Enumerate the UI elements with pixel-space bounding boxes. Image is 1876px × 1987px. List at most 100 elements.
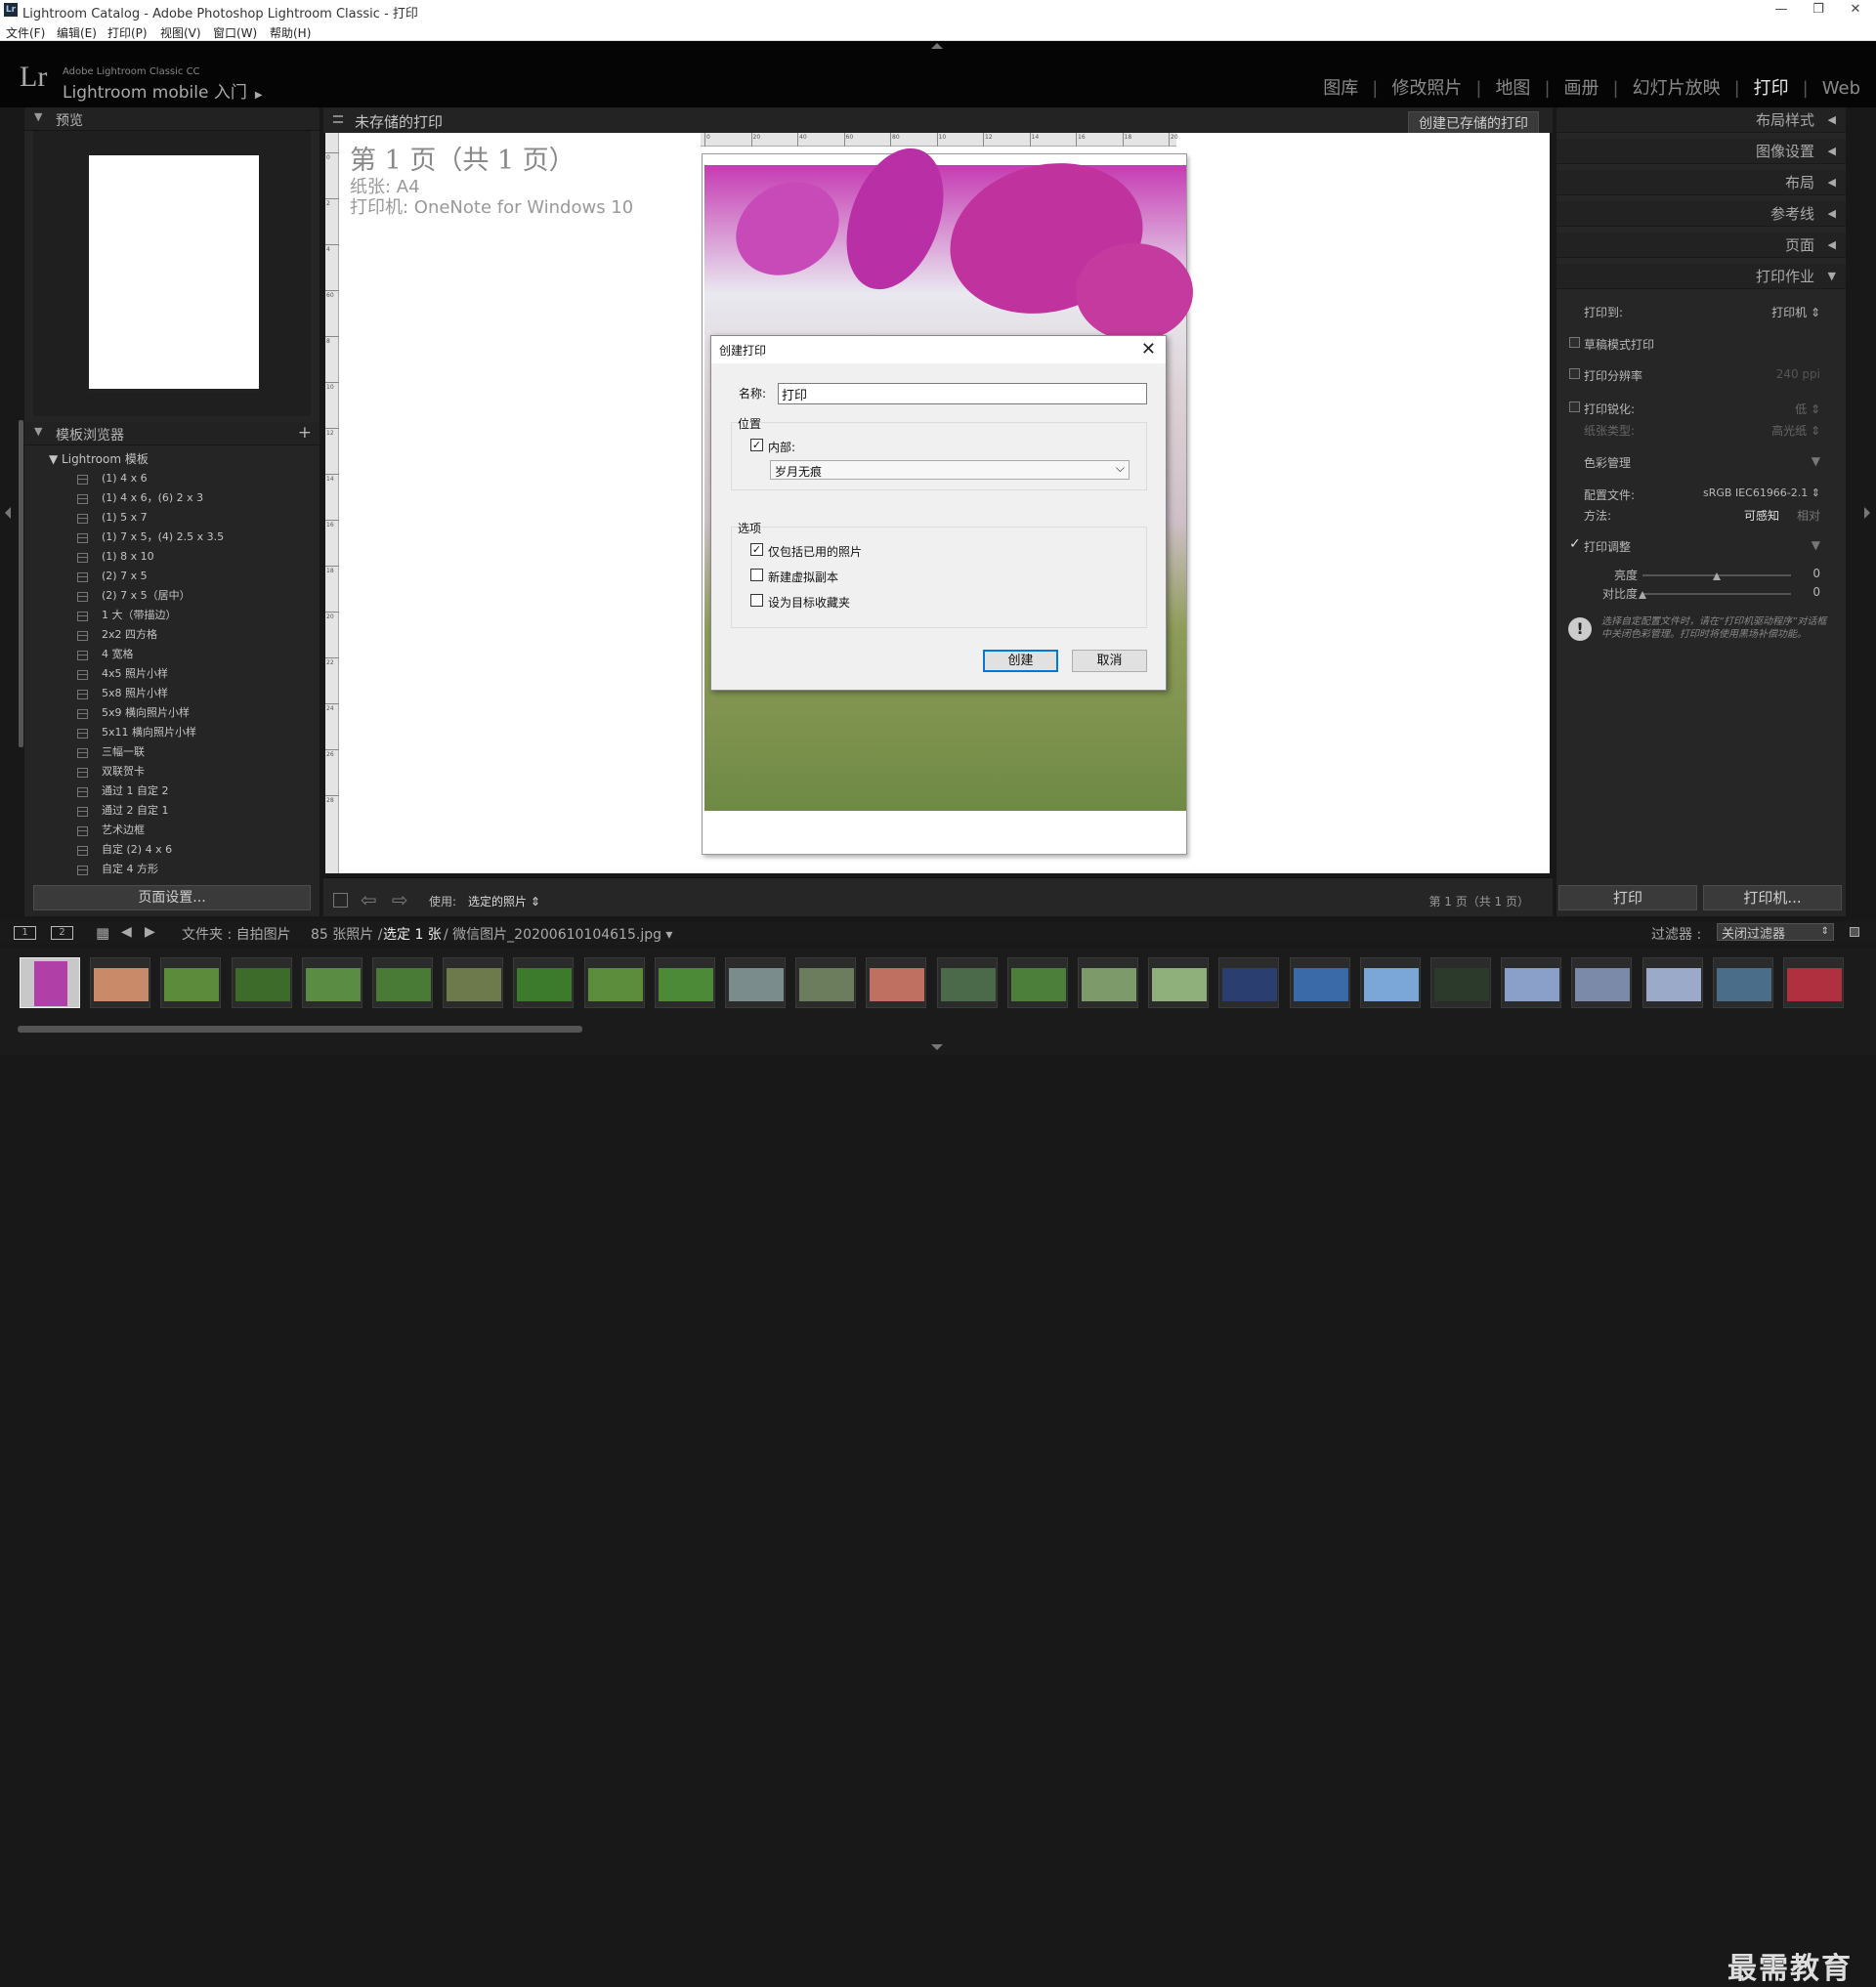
collapse-left-icon[interactable]: ◀ xyxy=(1828,233,1836,258)
template-item[interactable]: 双联贺卡 xyxy=(33,762,311,782)
template-item[interactable]: (1) 4 x 6，(6) 2 x 3 xyxy=(33,488,311,508)
filmstrip-thumbnail[interactable] xyxy=(1359,957,1421,1008)
filmstrip-thumbnail[interactable] xyxy=(20,957,80,1008)
folder-triangle-icon[interactable]: ▼ xyxy=(49,452,62,466)
sharpening-select[interactable]: 低 ⇕ xyxy=(1795,401,1820,417)
filter-lock-icon[interactable] xyxy=(1850,927,1859,937)
section-print-job[interactable]: 打印作业 ▼ xyxy=(1556,264,1846,289)
printer-button[interactable]: 打印机... xyxy=(1703,885,1842,910)
play-arrow-icon[interactable]: ▶ xyxy=(255,90,263,101)
collection-select[interactable]: 岁月无痕 ⌵ xyxy=(770,460,1130,480)
template-item[interactable]: 2x2 四方格 xyxy=(33,625,311,645)
previous-page-icon[interactable]: ⇦ xyxy=(361,888,377,911)
filmstrip-thumbnail[interactable] xyxy=(1430,957,1491,1008)
template-item[interactable]: 5x11 横向照片小样 xyxy=(33,723,311,742)
selected-filename[interactable]: / 微信图片_20200610104615.jpg ▾ xyxy=(444,924,672,944)
filmstrip-source[interactable]: 文件夹 : 自拍图片 xyxy=(182,924,291,944)
template-item[interactable]: (1) 8 x 10 xyxy=(33,547,311,567)
menu-file[interactable]: 文件(F) xyxy=(6,24,45,41)
template-item[interactable]: (1) 7 x 5，(4) 2.5 x 3.5 xyxy=(33,528,311,547)
dialog-close-icon[interactable]: ✕ xyxy=(1141,339,1156,359)
grid-view-icon[interactable]: ▦ xyxy=(96,924,109,942)
filmstrip-thumbnail[interactable] xyxy=(936,957,998,1008)
expand-down-icon[interactable]: ▼ xyxy=(1812,538,1820,552)
filmstrip-thumbnail[interactable] xyxy=(1078,957,1138,1008)
filmstrip-thumbnail[interactable] xyxy=(866,957,927,1008)
template-item[interactable]: 1 大（带描边） xyxy=(33,606,311,625)
right-panel-toggle-icon[interactable] xyxy=(1864,507,1870,519)
identity-line2[interactable]: Lightroom mobile 入门 ▶ xyxy=(63,78,263,103)
filmstrip-thumbnail[interactable] xyxy=(795,957,857,1008)
filmstrip-scrollbar[interactable] xyxy=(18,1026,582,1033)
collapse-left-icon[interactable]: ◀ xyxy=(1828,201,1836,227)
intent-relative[interactable]: 相对 xyxy=(1797,507,1820,524)
module-slideshow[interactable]: 幻灯片放映 xyxy=(1633,74,1721,100)
filmstrip-thumbnail[interactable] xyxy=(583,957,645,1008)
template-item[interactable]: 通过 2 自定 1 xyxy=(33,801,311,821)
menu-print[interactable]: 打印(P) xyxy=(107,24,148,41)
filmstrip-thumbnail[interactable] xyxy=(1571,957,1633,1008)
draft-mode-checkbox[interactable] xyxy=(1569,337,1580,348)
filmstrip-thumbnail[interactable] xyxy=(301,957,362,1008)
filmstrip-thumbnail[interactable] xyxy=(1289,957,1350,1008)
template-item[interactable]: 通过 1 自定 2 xyxy=(33,782,311,801)
create-saved-print-button[interactable]: 创建已存储的打印 xyxy=(1408,111,1539,135)
add-template-icon[interactable]: + xyxy=(298,423,312,443)
filmstrip-thumbnail[interactable] xyxy=(1006,957,1068,1008)
media-type-select[interactable]: 高光纸 ⇕ xyxy=(1771,422,1820,439)
template-item[interactable]: 自定 4 方形 xyxy=(33,860,311,879)
intent-perceptual[interactable]: 可感知 xyxy=(1744,507,1779,524)
section-page[interactable]: 页面 ◀ xyxy=(1556,233,1846,258)
collapse-triangle-icon[interactable]: ▼ xyxy=(34,110,42,123)
expand-down-icon[interactable]: ▼ xyxy=(1828,264,1836,289)
filmstrip-thumbnail[interactable] xyxy=(1712,957,1773,1008)
print-adjustment-checkbox[interactable]: ✓ xyxy=(1569,536,1581,552)
module-book[interactable]: 画册 xyxy=(1564,74,1599,100)
resolution-value[interactable]: 240 ppi xyxy=(1776,367,1820,381)
menu-help[interactable]: 帮助(H) xyxy=(270,24,311,41)
top-panel-toggle-icon[interactable] xyxy=(931,43,943,49)
template-item[interactable]: 三幅一联 xyxy=(33,742,311,762)
next-page-icon[interactable]: ⇨ xyxy=(392,888,408,911)
template-item[interactable]: 4x5 照片小样 xyxy=(33,664,311,684)
filmstrip-thumbnail[interactable] xyxy=(231,957,292,1008)
section-guides[interactable]: 参考线 ◀ xyxy=(1556,201,1846,227)
sharpening-checkbox[interactable] xyxy=(1569,402,1580,412)
print-button[interactable]: 打印 xyxy=(1558,885,1697,910)
contrast-knob[interactable] xyxy=(1639,591,1646,599)
contrast-slider[interactable] xyxy=(1642,593,1791,595)
resolution-checkbox[interactable] xyxy=(1569,368,1580,379)
template-item[interactable]: 艺术边框 xyxy=(33,821,311,840)
template-item[interactable]: (1) 4 x 6 xyxy=(33,469,311,488)
collapse-left-icon[interactable]: ◀ xyxy=(1828,139,1836,164)
brightness-knob[interactable] xyxy=(1713,572,1721,580)
restore-button[interactable]: ❐ xyxy=(1804,2,1833,20)
bottom-panel-toggle-icon[interactable] xyxy=(931,1044,943,1050)
module-library[interactable]: 图库 xyxy=(1323,74,1358,100)
template-browser-header[interactable]: ▼ 模板浏览器 + xyxy=(24,422,320,445)
filmstrip-thumbnail[interactable] xyxy=(372,957,433,1008)
collapse-triangle-icon[interactable]: ▼ xyxy=(34,425,42,438)
section-image-settings[interactable]: 图像设置 ◀ xyxy=(1556,139,1846,164)
filmstrip-thumbnail[interactable] xyxy=(443,957,504,1008)
page-setup-button[interactable]: 页面设置... xyxy=(33,885,311,910)
forward-arrow-icon[interactable]: ▶ xyxy=(145,924,155,940)
filter-select[interactable]: 关闭过滤器 ⇕ xyxy=(1717,923,1834,942)
use-selector[interactable]: 选定的照片 ⇕ xyxy=(468,893,540,909)
minimize-button[interactable]: — xyxy=(1767,2,1796,20)
filmstrip-thumbnail[interactable] xyxy=(654,957,715,1008)
name-input[interactable]: 打印 xyxy=(778,383,1147,404)
expand-down-icon[interactable]: ▼ xyxy=(1812,454,1820,468)
left-panel-toggle-icon[interactable] xyxy=(5,507,11,519)
print-to-select[interactable]: 打印机 ⇕ xyxy=(1771,304,1820,320)
template-item[interactable]: (2) 7 x 5（居中） xyxy=(33,586,311,606)
menu-window[interactable]: 窗口(W) xyxy=(213,24,257,41)
collapse-left-icon[interactable]: ◀ xyxy=(1828,107,1836,133)
close-window-button[interactable]: ✕ xyxy=(1841,2,1870,20)
cancel-button[interactable]: 取消 xyxy=(1072,650,1147,672)
filmstrip-thumbnail[interactable] xyxy=(513,957,575,1008)
new-virtual-copies-checkbox[interactable] xyxy=(750,569,763,581)
view-2-button[interactable]: 2 xyxy=(51,926,73,940)
template-folder[interactable]: ▼ Lightroom 模板 xyxy=(33,449,311,469)
module-develop[interactable]: 修改照片 xyxy=(1391,74,1462,100)
